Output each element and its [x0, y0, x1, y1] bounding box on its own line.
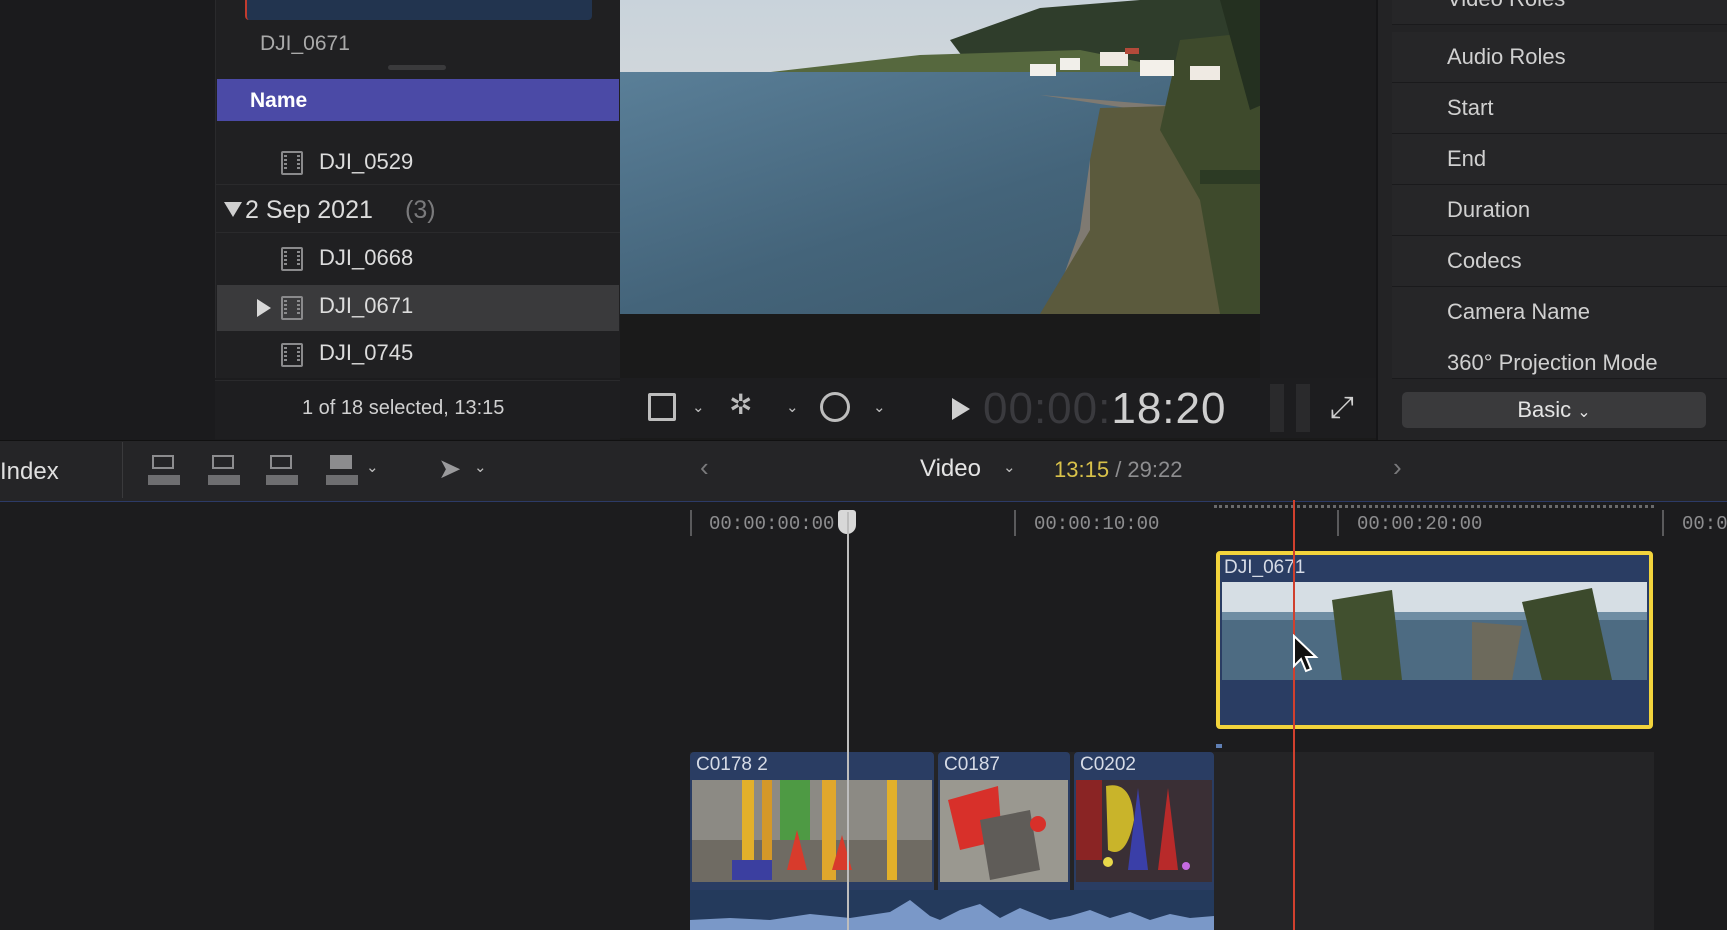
toolbar-divider [122, 442, 123, 498]
chevron-down-icon[interactable]: ⌄ [1003, 458, 1016, 476]
film-clip-icon [281, 247, 303, 271]
clip-filmstrip [1076, 780, 1212, 882]
inspector-field[interactable]: Audio Roles [1392, 32, 1727, 83]
filmstrip-clip-label: DJI_0671 [260, 32, 350, 55]
append-clip-icon[interactable] [264, 453, 300, 489]
audio-meter [1270, 384, 1284, 432]
clip-title: C0202 [1080, 754, 1136, 775]
list-item[interactable]: DJI_0745 [319, 340, 413, 366]
range-indicator [1214, 505, 1654, 508]
field-label: Codecs [1447, 248, 1522, 273]
name-column-header[interactable]: Name [217, 79, 619, 121]
timeline-index-button[interactable]: Index [0, 458, 59, 486]
timecode-main: 18:20 [1111, 384, 1227, 433]
inspector-field[interactable]: End [1392, 134, 1727, 185]
viewer-margin [1260, 0, 1376, 378]
chevron-down-icon[interactable]: ⌄ [692, 398, 705, 416]
chevron-down-icon[interactable]: ⌄ [786, 398, 799, 416]
selection-status: 1 of 18 selected, 13:15 [302, 397, 505, 419]
film-clip-icon [281, 151, 303, 175]
overwrite-clip-icon[interactable] [324, 453, 360, 489]
field-label: Camera Name [1447, 299, 1591, 324]
filmstrip-clip[interactable] [245, 0, 592, 20]
field-label: End [1447, 146, 1487, 171]
ruler-tick [1014, 510, 1016, 536]
current-position: 13:15 [1054, 457, 1110, 482]
field-label: Start [1447, 95, 1494, 120]
chevron-down-icon[interactable]: ⌄ [366, 458, 379, 476]
inspector-field[interactable]: Camera Name [1392, 287, 1727, 338]
timeline-view-label[interactable]: Video [920, 455, 981, 483]
ruler-label: 00:00:00:00 [709, 513, 835, 535]
connected-clip[interactable]: DJI_0671 [1216, 551, 1653, 729]
inspector-field[interactable]: Duration [1392, 185, 1727, 236]
connect-clip-icon[interactable] [146, 453, 182, 489]
timeline-toolbar [0, 440, 1727, 503]
list-item[interactable]: DJI_0671 [319, 293, 413, 319]
audio-meter [1296, 384, 1310, 432]
row-divider [215, 232, 620, 233]
inspector-field[interactable]: Video Roles [1392, 0, 1727, 25]
list-item[interactable]: DJI_0529 [319, 149, 413, 175]
field-label: Video Roles [1447, 0, 1565, 12]
clip-title: C0187 [944, 754, 1000, 775]
metadata-view-label: Basic [1517, 397, 1572, 422]
library-sidebar [0, 0, 215, 440]
selected-row[interactable] [217, 285, 619, 331]
magic-wand-icon[interactable]: ✲ [729, 388, 752, 421]
inspector-field[interactable]: Codecs [1392, 236, 1727, 287]
ruler-tick [690, 510, 692, 536]
list-item[interactable]: DJI_0668 [319, 245, 413, 271]
inspector-field[interactable]: Start [1392, 83, 1727, 134]
timecode-dim: 00:00: [983, 384, 1112, 433]
play-icon[interactable] [952, 398, 970, 420]
skimmer-line [1293, 500, 1295, 930]
clip-filmstrip [692, 780, 932, 882]
playhead-line[interactable] [847, 512, 849, 930]
speed-gauge-icon[interactable] [820, 392, 850, 422]
back-arrow-icon[interactable]: ‹ [700, 452, 709, 483]
disclosure-expanded-icon[interactable] [224, 202, 242, 217]
film-clip-icon [281, 343, 303, 367]
mouse-cursor-icon [1293, 634, 1319, 673]
ruler-label: 00:00:20:00 [1357, 513, 1483, 535]
chevron-down-icon: ⌄ [1577, 404, 1591, 421]
disclosure-collapsed-icon[interactable] [257, 299, 271, 317]
date-group-count: (3) [405, 196, 436, 224]
clip-title: C0178 2 [696, 754, 768, 775]
metadata-view-select[interactable]: Basic ⌄ [1402, 392, 1706, 428]
divider-handle[interactable] [388, 65, 446, 70]
ruler-label: 00:00:10:00 [1034, 513, 1160, 535]
timecode-display: 00:00:18:20 [983, 384, 1226, 434]
chevron-down-icon[interactable]: ⌄ [873, 398, 886, 416]
transform-icon[interactable] [648, 393, 676, 421]
connection-point [1216, 744, 1222, 748]
inspector-field[interactable]: 360° Projection Mode [1392, 336, 1727, 379]
field-label: Audio Roles [1447, 44, 1566, 69]
film-clip-icon [281, 296, 303, 320]
forward-arrow-icon[interactable]: › [1393, 452, 1402, 483]
audio-waveform [690, 890, 1214, 930]
field-label: Duration [1447, 197, 1531, 222]
chevron-down-icon[interactable]: ⌄ [474, 458, 487, 476]
ruler-tick [1662, 510, 1664, 536]
select-tool-arrow-icon[interactable]: ➤ [438, 452, 461, 485]
date-group-label[interactable]: 2 Sep 2021 [245, 196, 373, 225]
ruler-tick [1337, 510, 1339, 536]
insert-clip-icon[interactable] [206, 453, 242, 489]
name-column-label: Name [250, 89, 308, 112]
ruler-label: 00:0 [1682, 513, 1727, 535]
fullscreen-icon[interactable]: ⤢ [1330, 391, 1354, 425]
clip-filmstrip [940, 780, 1068, 882]
duration-readout: 13:15 / 29:22 [1054, 457, 1182, 483]
clip-filmstrip [1222, 582, 1647, 680]
total-duration: / 29:22 [1115, 457, 1183, 482]
field-label: 360° Projection Mode [1447, 350, 1658, 375]
row-divider [215, 184, 620, 185]
